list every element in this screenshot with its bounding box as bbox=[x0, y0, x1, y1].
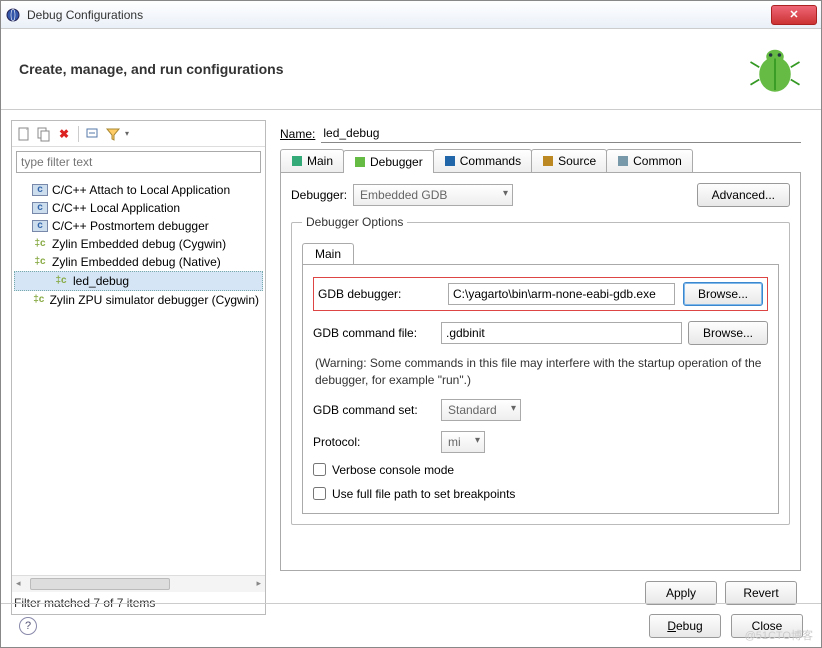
c-app-icon: c bbox=[32, 220, 48, 232]
advanced-button[interactable]: Advanced... bbox=[697, 183, 790, 207]
tree-item[interactable]: ‡c Zylin ZPU simulator debugger (Cygwin) bbox=[14, 291, 263, 309]
apply-button[interactable]: Apply bbox=[645, 581, 717, 605]
debugger-row: Debugger: Embedded GDB Advanced... bbox=[291, 183, 790, 207]
tree-item[interactable]: ‡c Zylin Embedded debug (Native) bbox=[14, 253, 263, 271]
config-tabs: Main Debugger Commands Source Common bbox=[280, 149, 801, 173]
debugger-tab-content: Debugger: Embedded GDB Advanced... Debug… bbox=[280, 173, 801, 571]
header-title: Create, manage, and run configurations bbox=[19, 61, 284, 77]
debugger-inner-tab-main[interactable]: Main bbox=[302, 243, 354, 264]
window-close-button[interactable]: ✕ bbox=[771, 5, 817, 25]
tree-item[interactable]: ‡c Zylin Embedded debug (Cygwin) bbox=[14, 235, 263, 253]
dropdown-arrow-icon[interactable]: ▾ bbox=[125, 129, 129, 138]
horizontal-scrollbar[interactable]: ◂▸ bbox=[12, 575, 265, 592]
tree-item-label: C/C++ Postmortem debugger bbox=[52, 219, 209, 233]
tree-item[interactable]: c C/C++ Attach to Local Application bbox=[14, 181, 263, 199]
apply-revert-row: Apply Revert bbox=[280, 571, 801, 605]
fullpath-checkbox[interactable] bbox=[313, 487, 326, 500]
gdb-cmdfile-label: GDB command file: bbox=[313, 326, 435, 340]
tab-source[interactable]: Source bbox=[531, 149, 607, 172]
fullpath-checkbox-row[interactable]: Use full file path to set breakpoints bbox=[313, 487, 768, 501]
tree-item-label: C/C++ Local Application bbox=[52, 201, 180, 215]
name-input[interactable] bbox=[321, 124, 801, 143]
eclipse-icon bbox=[5, 7, 21, 23]
gdb-debugger-input[interactable] bbox=[448, 283, 675, 305]
filter-launch-icon[interactable] bbox=[105, 126, 121, 142]
footer: ? Debug Close bbox=[1, 603, 821, 647]
tree-item-label: Zylin Embedded debug (Native) bbox=[52, 255, 221, 269]
gdb-debugger-row: GDB debugger: Browse... bbox=[313, 277, 768, 311]
gdb-warning-text: (Warning: Some commands in this file may… bbox=[313, 355, 768, 389]
gdb-cmdset-label: GDB command set: bbox=[313, 403, 435, 417]
fullpath-label: Use full file path to set breakpoints bbox=[332, 487, 515, 501]
source-tab-icon bbox=[542, 155, 554, 167]
name-label: Name: bbox=[280, 127, 315, 141]
gdb-browse-button[interactable]: Browse... bbox=[683, 282, 763, 306]
cmdfile-browse-button[interactable]: Browse... bbox=[688, 321, 768, 345]
tab-label: Commands bbox=[460, 154, 521, 168]
gdb-cmdfile-row: GDB command file: Browse... bbox=[313, 321, 768, 345]
zylin-icon: ‡c bbox=[32, 294, 46, 306]
zylin-icon: ‡c bbox=[32, 256, 48, 268]
debugger-options-legend: Debugger Options bbox=[302, 215, 407, 229]
tab-debugger[interactable]: Debugger bbox=[343, 150, 434, 173]
titlebar: Debug Configurations ✕ bbox=[1, 1, 821, 29]
watermark: @51CTO博客 bbox=[745, 627, 813, 643]
zylin-icon: ‡c bbox=[53, 275, 69, 287]
tab-commands[interactable]: Commands bbox=[433, 149, 532, 172]
left-pane: ✖ ▾ cC/C++ Attach to Local ApplicationcC… bbox=[11, 120, 266, 615]
window-title: Debug Configurations bbox=[27, 8, 771, 22]
tree-item-label: led_debug bbox=[73, 274, 129, 288]
delete-config-icon[interactable]: ✖ bbox=[56, 126, 72, 142]
zylin-icon: ‡c bbox=[32, 238, 48, 250]
verbose-checkbox-row[interactable]: Verbose console mode bbox=[313, 463, 768, 477]
debugger-combo[interactable]: Embedded GDB bbox=[353, 184, 513, 206]
config-tree[interactable]: c C/C++ Attach to Local Application c C/C++… bbox=[12, 177, 265, 575]
tab-label: Debugger bbox=[370, 155, 423, 169]
protocol-row: Protocol: mi bbox=[313, 431, 768, 453]
debugger-label: Debugger: bbox=[291, 188, 347, 202]
tree-item-label: Zylin ZPU simulator debugger (Cygwin) bbox=[50, 293, 259, 307]
help-icon[interactable]: ? bbox=[19, 617, 37, 635]
tab-common[interactable]: Common bbox=[606, 149, 693, 172]
tree-item[interactable]: c C/C++ Postmortem debugger bbox=[14, 217, 263, 235]
tab-label: Main bbox=[307, 154, 333, 168]
debugger-tab-icon bbox=[354, 156, 366, 168]
tab-label: Common bbox=[633, 154, 682, 168]
tree-item-label: Zylin Embedded debug (Cygwin) bbox=[52, 237, 226, 251]
debugger-inner-content: GDB debugger: Browse... GDB command file… bbox=[302, 264, 779, 514]
commands-tab-icon bbox=[444, 155, 456, 167]
gdb-cmdset-combo[interactable]: Standard bbox=[441, 399, 521, 421]
c-app-icon: c bbox=[32, 202, 48, 214]
revert-button[interactable]: Revert bbox=[725, 581, 797, 605]
tree-item[interactable]: c C/C++ Local Application bbox=[14, 199, 263, 217]
tree-item[interactable]: ‡c led_debug bbox=[14, 271, 263, 291]
verbose-label: Verbose console mode bbox=[332, 463, 454, 477]
main-area: ✖ ▾ cC/C++ Attach to Local ApplicationcC… bbox=[1, 110, 821, 625]
tab-label: Source bbox=[558, 154, 596, 168]
header: Create, manage, and run configurations bbox=[1, 29, 821, 110]
filter-input[interactable] bbox=[16, 151, 261, 173]
debugger-inner-tabs: Main bbox=[302, 243, 779, 264]
common-tab-icon bbox=[617, 155, 629, 167]
protocol-combo[interactable]: mi bbox=[441, 431, 485, 453]
protocol-label: Protocol: bbox=[313, 435, 435, 449]
main-tab-icon bbox=[291, 155, 303, 167]
tab-main[interactable]: Main bbox=[280, 149, 344, 172]
name-row: Name: bbox=[280, 124, 801, 143]
config-toolbar: ✖ ▾ bbox=[12, 121, 265, 147]
new-config-icon[interactable] bbox=[16, 126, 32, 142]
bug-icon bbox=[747, 41, 803, 97]
debug-button[interactable]: Debug bbox=[649, 614, 721, 638]
debugger-options-group: Debugger Options Main GDB debugger: Brow… bbox=[291, 215, 790, 525]
tree-item-label: C/C++ Attach to Local Application bbox=[52, 183, 230, 197]
verbose-checkbox[interactable] bbox=[313, 463, 326, 476]
duplicate-config-icon[interactable] bbox=[36, 126, 52, 142]
gdb-cmdfile-input[interactable] bbox=[441, 322, 682, 344]
gdb-debugger-label: GDB debugger: bbox=[318, 287, 440, 301]
right-pane: Name: Main Debugger Commands Source Common D… bbox=[266, 120, 811, 615]
collapse-all-icon[interactable] bbox=[85, 126, 101, 142]
gdb-cmdset-row: GDB command set: Standard bbox=[313, 399, 768, 421]
c-app-icon: c bbox=[32, 184, 48, 196]
toolbar-separator bbox=[78, 126, 79, 142]
